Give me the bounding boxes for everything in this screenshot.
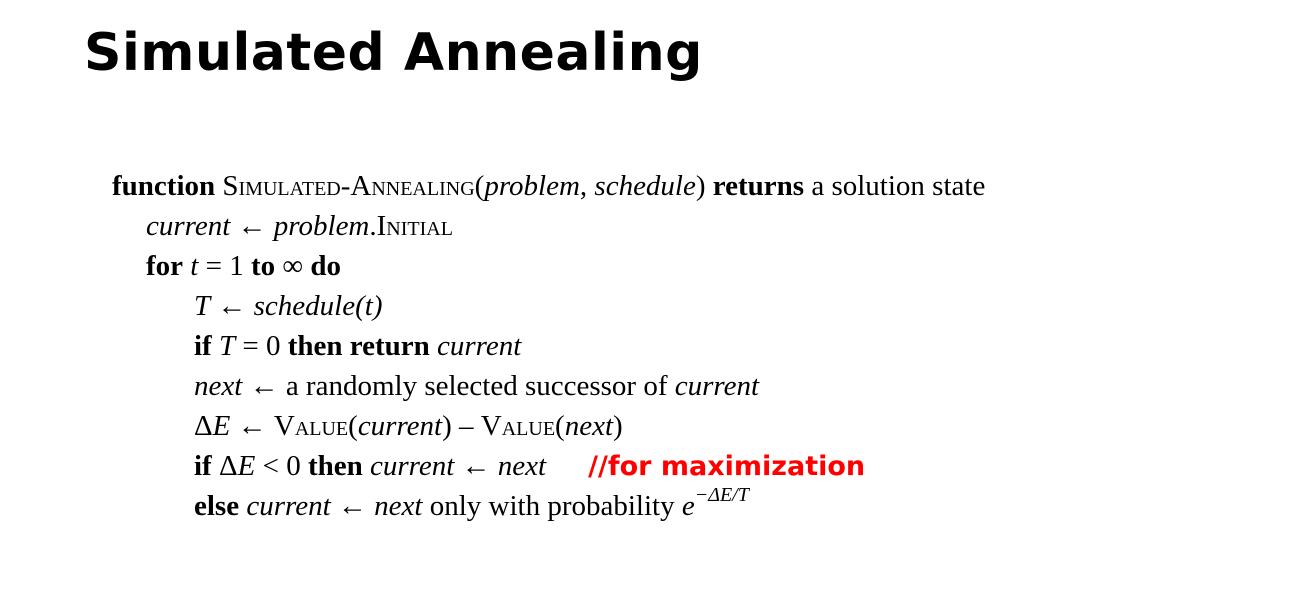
comma: , <box>579 170 595 202</box>
paren-open: ( <box>474 170 485 202</box>
assign-arrow: ← <box>330 490 375 522</box>
paren-open: ( <box>555 410 565 442</box>
slide-title: Simulated Annealing <box>84 23 703 83</box>
var-current: current <box>146 210 231 242</box>
equals-zero: = 0 <box>235 330 288 362</box>
param-problem: problem <box>484 170 580 202</box>
fn-value: Value <box>273 410 349 442</box>
paren-close: ) <box>613 410 623 442</box>
pseudocode-line-if-delta: if ΔE < 0 then current ← next //for maxim… <box>112 446 985 486</box>
keyword-if: if <box>194 330 212 362</box>
var-next: next <box>194 370 243 402</box>
field-initial: Initial <box>376 210 453 242</box>
paren-close: ) <box>372 290 383 322</box>
var-current: current <box>437 330 522 362</box>
var-T: T <box>194 290 211 322</box>
assign-arrow: ← <box>230 210 274 242</box>
keyword-to: to <box>250 250 276 282</box>
dot: . <box>369 210 377 242</box>
return-description: a solution state <box>804 170 986 202</box>
paren-close: ) <box>442 410 452 442</box>
assign-arrow: ← <box>230 410 274 442</box>
pseudocode-line-else: else current ← next only with probabilit… <box>112 484 985 526</box>
assign-arrow: ← <box>210 290 254 322</box>
var-current: current <box>362 450 455 482</box>
var-next: next <box>497 450 547 482</box>
var-problem: problem <box>273 210 370 242</box>
less-than-zero: < 0 <box>255 450 308 482</box>
minus-sign: – <box>451 410 481 442</box>
equals-one: = 1 <box>198 250 251 282</box>
pseudocode-line-if-zero: if T = 0 then return current <box>112 326 985 366</box>
var-E: E <box>237 450 256 482</box>
keyword-then: then <box>307 450 363 482</box>
exp-base: e <box>681 490 695 522</box>
paren-open: ( <box>355 290 365 322</box>
pseudocode-line-for: for t = 1 to ∞ do <box>112 246 985 286</box>
keyword-function: function <box>112 170 216 202</box>
keyword-if: if <box>194 450 212 482</box>
var-current: current <box>357 410 443 442</box>
pseudocode-line-function-header: function Simulated-Annealing(problem, sc… <box>112 166 985 206</box>
keyword-returns: returns <box>712 170 805 202</box>
keyword-else: else <box>194 490 240 522</box>
keyword-do: do <box>310 250 341 282</box>
paren-close: ) <box>695 170 706 202</box>
pseudocode-line-delta: ΔE ← Value(current) – Value(next) <box>112 406 985 446</box>
pseudocode-block: function Simulated-Annealing(problem, sc… <box>112 166 985 526</box>
var-current: current <box>239 490 331 522</box>
var-t: t <box>364 290 373 322</box>
var-next: next <box>374 490 423 522</box>
probability-text: only with probability <box>422 490 682 522</box>
param-schedule: schedule <box>594 170 696 202</box>
successor-text: a randomly selected successor of <box>285 370 675 402</box>
keyword-then-return: then return <box>287 330 430 362</box>
delta-symbol: Δ <box>194 410 213 442</box>
var-current: current <box>674 370 760 402</box>
fn-value: Value <box>480 410 556 442</box>
delta-symbol: Δ <box>211 450 238 482</box>
slide: { "title": "Simulated Annealing", "comme… <box>0 0 1292 614</box>
pseudocode-line-init: current ← problem.Initial <box>112 206 985 246</box>
var-next: next <box>564 410 614 442</box>
pseudocode-line-next: next ← a randomly selected successor of … <box>112 366 985 406</box>
var-T: T <box>218 330 236 362</box>
pseudocode-line-temperature: T ← schedule(t) <box>112 286 985 326</box>
maximization-comment: //for maximization <box>588 451 866 482</box>
assign-arrow: ← <box>454 450 498 482</box>
keyword-for: for <box>146 250 184 282</box>
var-E: E <box>212 410 231 442</box>
assign-arrow: ← <box>242 370 286 402</box>
paren-open: ( <box>348 410 358 442</box>
exp-power: −ΔE/T <box>694 484 749 506</box>
fn-schedule: schedule <box>253 290 356 322</box>
function-name: Simulated-Annealing <box>222 170 475 202</box>
infinity-symbol: ∞ <box>275 250 311 282</box>
